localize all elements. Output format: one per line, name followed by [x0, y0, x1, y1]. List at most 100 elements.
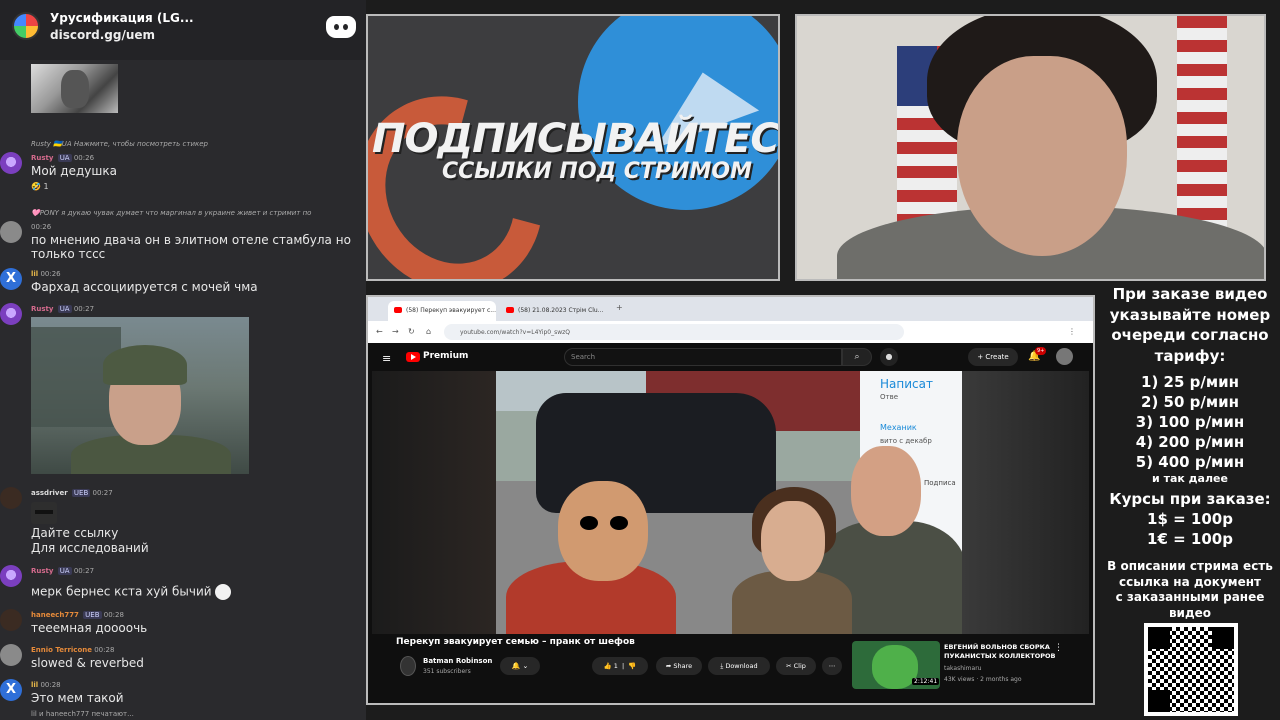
youtube-favicon-icon — [394, 307, 402, 313]
share-button[interactable]: ➦ Share — [656, 657, 702, 675]
download-button[interactable]: ⤓ Download — [708, 657, 770, 675]
timestamp: 00:26 — [31, 223, 52, 231]
server-name: Урусификация (LG... — [50, 11, 194, 25]
browser-tab[interactable]: (58) Перекуп эвакуирует с... — [388, 301, 496, 321]
avatar[interactable] — [0, 609, 22, 631]
account-avatar[interactable] — [1056, 348, 1073, 365]
video-duration: 2:12:41 — [912, 678, 940, 685]
username: Rusty — [31, 567, 54, 575]
avatar[interactable] — [0, 221, 22, 243]
person-right — [851, 446, 921, 536]
more-options-icon[interactable]: ⋯ — [822, 657, 842, 675]
description-note: В описании стрима есть ссылка на докумен… — [1107, 559, 1273, 620]
username: assdriver — [31, 489, 68, 497]
reaction[interactable]: 🤣 1 — [31, 182, 49, 191]
username: haneech777 — [31, 611, 79, 619]
typing-indicator: lil и haneech777 печатают... — [31, 710, 134, 718]
message-text: тееемная доооочь — [31, 621, 148, 635]
recommended-thumbnail[interactable]: 2:12:41 — [852, 641, 940, 689]
address-bar: ← → ↻ ⌂ youtube.com/watch?v=L4Yip0_swzQ … — [368, 321, 1093, 343]
message-meta: Rusty UA 00:27 — [31, 305, 94, 313]
avatar[interactable] — [0, 303, 22, 325]
avatar[interactable] — [0, 644, 22, 666]
new-tab-icon[interactable]: + — [616, 303, 623, 312]
message-text: мерк бернес кста хуй бычий — [31, 584, 231, 600]
like-button[interactable]: 👍 1 | 👎 — [592, 657, 648, 675]
avatar[interactable]: X — [0, 268, 22, 290]
home-icon[interactable]: ⌂ — [426, 327, 431, 336]
tariff-list: 1) 25 р/мин 2) 50 р/мин 3) 100 р/мин 4) … — [1135, 373, 1245, 471]
avatar[interactable]: X — [0, 679, 22, 701]
person-sunglasses — [558, 481, 648, 581]
message-text: Дайте ссылку — [31, 526, 119, 540]
tariff-etc: и так далее — [1152, 472, 1228, 485]
message-meta: lil 00:26 — [31, 270, 61, 278]
avatar[interactable] — [0, 152, 22, 174]
youtube-favicon-icon — [506, 307, 514, 313]
hamburger-menu-icon[interactable]: ≡ — [382, 352, 391, 365]
timestamp: 00:27 — [73, 305, 95, 313]
qr-code-icon — [1144, 623, 1238, 716]
message-meta: assdriver UEB 00:27 — [31, 489, 113, 497]
message-text: по мнению двача он в элитном отеле стамб… — [31, 233, 351, 247]
chat-image-soldier[interactable] — [31, 64, 118, 113]
search-icon[interactable]: ⌕ — [842, 348, 872, 366]
create-button[interactable]: + Create — [968, 348, 1018, 366]
order-info-panel: При заказе видео указывайте номер очеред… — [1100, 284, 1280, 720]
recommended-channel[interactable]: takashimaru — [944, 665, 981, 672]
discord-logo-icon — [326, 16, 356, 38]
forward-icon[interactable]: → — [392, 327, 399, 336]
grimace-emoji-icon — [214, 584, 231, 600]
youtube-logo-icon[interactable] — [406, 352, 420, 362]
recommended-title[interactable]: ЕВГЕНИЙ ВОЛЬНОВ СБОРКА ПУКАНИСТЫХ КОЛЛЕК… — [944, 643, 1064, 661]
reply-preview[interactable]: 🩷PONY я дукаю чувак думает что маргинал … — [31, 209, 311, 217]
person-long-hair — [761, 501, 825, 581]
username: Ennio Terricone — [31, 646, 92, 654]
browser-tab[interactable]: (58) 21.08.2023 Стрім Сlu... — [500, 301, 606, 321]
username: Rusty — [31, 305, 54, 313]
subscribed-bell-button[interactable]: 🔔 ⌄ — [500, 657, 540, 675]
banner-title: ПОДПИСЫВАЙТЕСЬ — [372, 116, 780, 162]
youtube-brand[interactable]: Premium — [423, 351, 468, 361]
recommended-meta: 43K views · 2 months ago — [944, 676, 1022, 683]
user-tag: UEB — [83, 611, 102, 619]
banner-subtitle: ССЫЛКИ ПОД СТРИМОМ — [442, 159, 752, 184]
more-vert-icon[interactable]: ⋮ — [1054, 643, 1063, 653]
message-text: Мой дедушка — [31, 164, 117, 178]
search-input[interactable]: Search — [564, 348, 842, 366]
channel-name[interactable]: Batman Robinson — [423, 657, 492, 665]
server-invite[interactable]: discord.gg/uem — [50, 28, 155, 42]
avatar[interactable] — [0, 565, 22, 587]
timestamp: 00:26 — [40, 270, 61, 278]
webcam-feed — [795, 14, 1266, 281]
back-icon[interactable]: ← — [376, 327, 383, 336]
message-text: Фархад ассоциируется с мочей чма — [31, 280, 258, 294]
message-meta: lil 00:28 — [31, 681, 61, 689]
channel-avatar[interactable] — [400, 656, 416, 676]
microphone-icon[interactable]: ● — [880, 348, 898, 366]
tab-bar: (58) Перекуп эвакуирует с... (58) 21.08.… — [368, 297, 1093, 321]
message-meta: Rusty UA 00:26 — [31, 154, 94, 162]
message-meta: Rusty UA 00:27 — [31, 567, 94, 575]
message-text: slowed & reverbed — [31, 656, 144, 670]
message-meta: Ennio Terricone 00:28 — [31, 646, 114, 654]
timestamp: 00:26 — [73, 154, 95, 162]
url-field[interactable]: youtube.com/watch?v=L4Yip0_swzQ — [444, 324, 904, 340]
user-tag: UA — [57, 305, 72, 313]
chat-image-laughing-soldier[interactable] — [31, 317, 249, 474]
user-tag: UA — [57, 154, 72, 162]
video-frame: Написат Отве Механик вито с декабр Подпи… — [496, 371, 962, 634]
video-player[interactable]: Написат Отве Механик вито с декабр Подпи… — [372, 371, 1089, 634]
clip-button[interactable]: ✂ Clip — [776, 657, 816, 675]
streamer-face — [957, 56, 1127, 256]
message-meta: haneech777 UEB 00:28 — [31, 611, 124, 619]
chat-header: Урусификация (LG... discord.gg/uem — [0, 0, 366, 60]
username: Rusty — [31, 154, 54, 162]
exchange-rates: Курсы при заказе: 1$ = 100р 1€ = 100р — [1109, 490, 1271, 548]
avatar[interactable] — [0, 487, 22, 509]
message-text: Для исследований — [31, 541, 149, 555]
reload-icon[interactable]: ↻ — [408, 327, 415, 336]
reply-preview[interactable]: Rusty 🇺🇦UA Нажмите, чтобы посмотреть сти… — [31, 140, 208, 148]
stream-layout: Урусификация (LG... discord.gg/uem Rusty… — [0, 0, 1280, 720]
menu-icon[interactable]: ⋮ — [1068, 327, 1076, 336]
